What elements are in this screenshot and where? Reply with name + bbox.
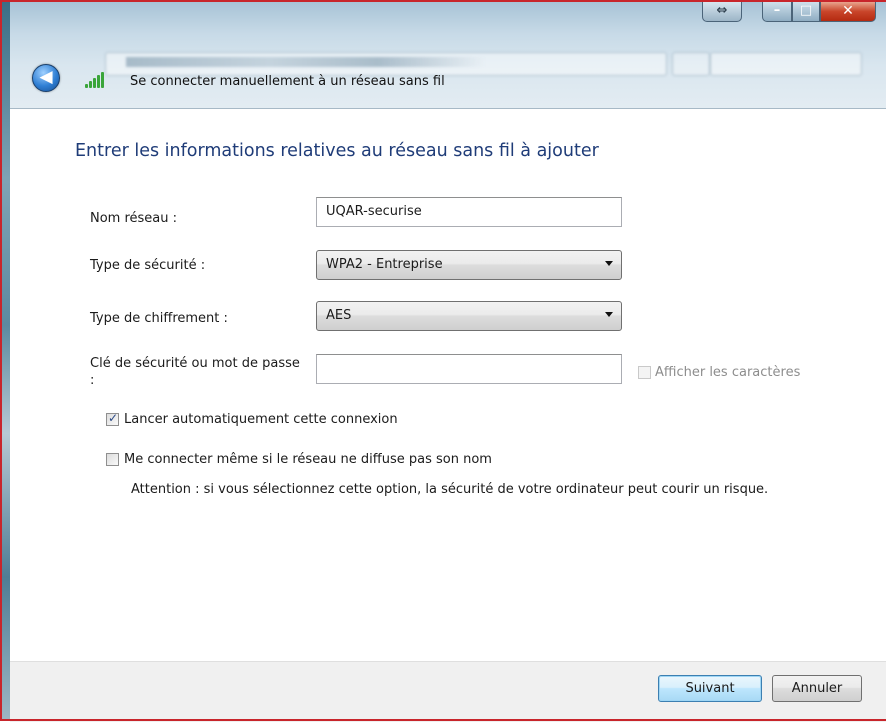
maximize-icon: □	[799, 3, 813, 18]
close-icon: ✕	[842, 3, 854, 19]
security-type-select[interactable]: WPA2 - Entreprise	[316, 250, 622, 280]
search-input[interactable]	[710, 52, 862, 76]
dialog-footer: Suivant Annuler	[10, 661, 886, 722]
minimize-icon: –	[773, 3, 781, 18]
encryption-type-value: AES	[326, 308, 352, 323]
next-button[interactable]: Suivant	[658, 675, 762, 702]
page-heading: Entrer les informations relatives au rés…	[75, 141, 599, 161]
address-bar[interactable]	[105, 52, 667, 76]
encryption-type-label: Type de chiffrement :	[90, 311, 228, 326]
chevron-down-icon	[605, 312, 613, 317]
dialog-content: Entrer les informations relatives au rés…	[10, 109, 886, 661]
back-arrow-icon: ◀	[39, 67, 53, 87]
show-characters-label: Afficher les caractères	[655, 365, 801, 380]
window-titlebar: ⇔ – □ ✕ ◀ Se connecter manuellement à un…	[10, 2, 886, 109]
cancel-button[interactable]: Annuler	[772, 675, 862, 702]
back-button[interactable]: ◀	[32, 64, 60, 92]
close-button[interactable]: ✕	[820, 2, 876, 22]
network-name-input[interactable]: UQAR-securise	[316, 197, 622, 227]
chevron-down-icon	[605, 261, 613, 266]
connect-hidden-label: Me connecter même si le réseau ne diffus…	[124, 452, 492, 467]
dialog-title: Se connecter manuellement à un réseau sa…	[130, 74, 445, 89]
encryption-type-select[interactable]: AES	[316, 301, 622, 331]
warning-text: Attention : si vous sélectionnez cette o…	[131, 482, 769, 497]
minimize-button[interactable]: –	[762, 2, 792, 22]
connect-hidden-checkbox[interactable]	[106, 453, 119, 466]
security-key-label: Clé de sécurité ou mot de passe :	[90, 356, 300, 388]
auto-start-checkbox[interactable]	[106, 411, 119, 426]
refresh-button[interactable]	[672, 52, 710, 76]
wireless-network-icon	[85, 72, 107, 88]
security-key-input[interactable]	[316, 354, 622, 384]
security-type-label: Type de sécurité :	[90, 258, 206, 273]
window-left-edge	[2, 2, 10, 721]
show-characters-checkbox[interactable]	[638, 366, 651, 379]
network-name-label: Nom réseau :	[90, 211, 178, 226]
auto-start-label: Lancer automatiquement cette connexion	[124, 412, 398, 427]
maximize-button[interactable]: □	[792, 2, 820, 22]
resize-icon: ⇔	[716, 3, 728, 18]
security-type-value: WPA2 - Entreprise	[326, 257, 443, 272]
resize-button[interactable]: ⇔	[702, 2, 742, 22]
